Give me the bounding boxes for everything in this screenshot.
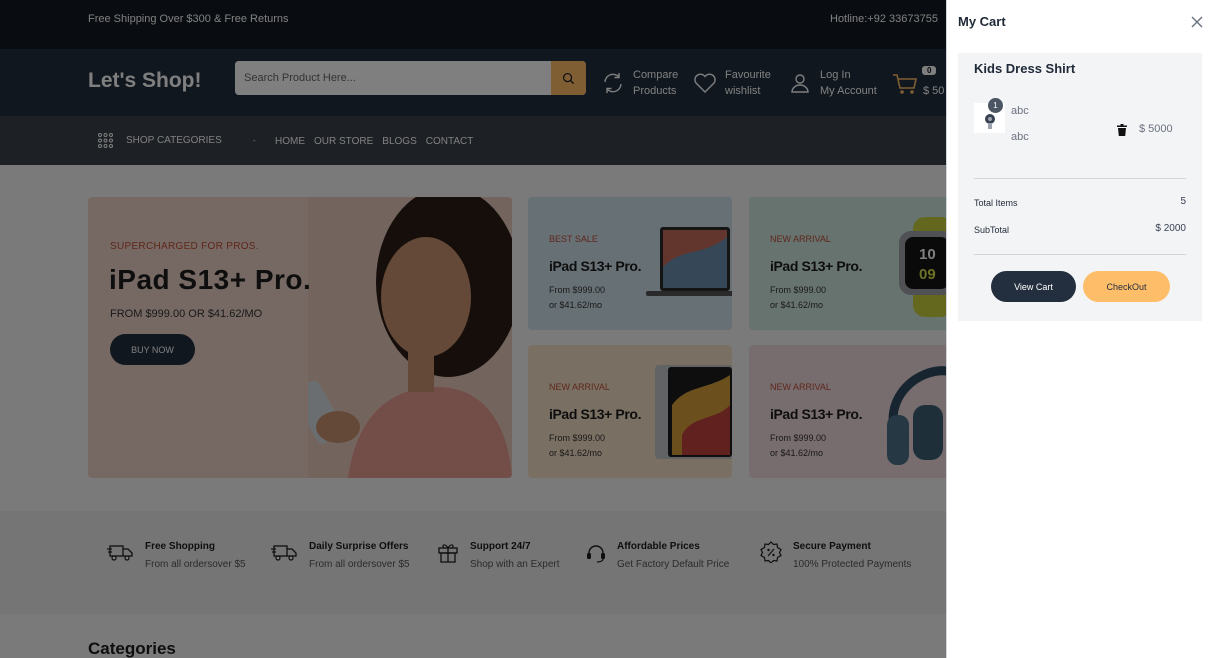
cart-drawer: My Cart Kids Dress Shirt 1 abc abc $ 500…: [946, 0, 1212, 658]
subtotal-value: $ 2000: [1155, 223, 1186, 234]
cart-item-name: Kids Dress Shirt: [974, 61, 1076, 76]
trash-icon[interactable]: [1117, 124, 1127, 136]
cart-items-box: Kids Dress Shirt 1 abc abc $ 5000 Total …: [958, 53, 1202, 321]
divider: [974, 178, 1186, 179]
modal-backdrop[interactable]: [0, 0, 946, 658]
cart-item-price: $ 5000: [1139, 123, 1173, 135]
total-items-value: 5: [1180, 196, 1186, 207]
close-icon[interactable]: [1190, 15, 1204, 29]
cart-item-attribute: abc: [1011, 105, 1029, 117]
cart-title: My Cart: [958, 14, 1006, 29]
subtotal-label: SubTotal: [974, 225, 1010, 235]
total-items-label: Total Items: [974, 198, 1018, 208]
cart-item-quantity-badge: 1: [988, 98, 1003, 113]
divider: [974, 254, 1186, 255]
checkout-button[interactable]: CheckOut: [1083, 271, 1170, 302]
cart-item-attribute: abc: [1011, 131, 1029, 143]
view-cart-button[interactable]: View Cart: [991, 271, 1076, 302]
